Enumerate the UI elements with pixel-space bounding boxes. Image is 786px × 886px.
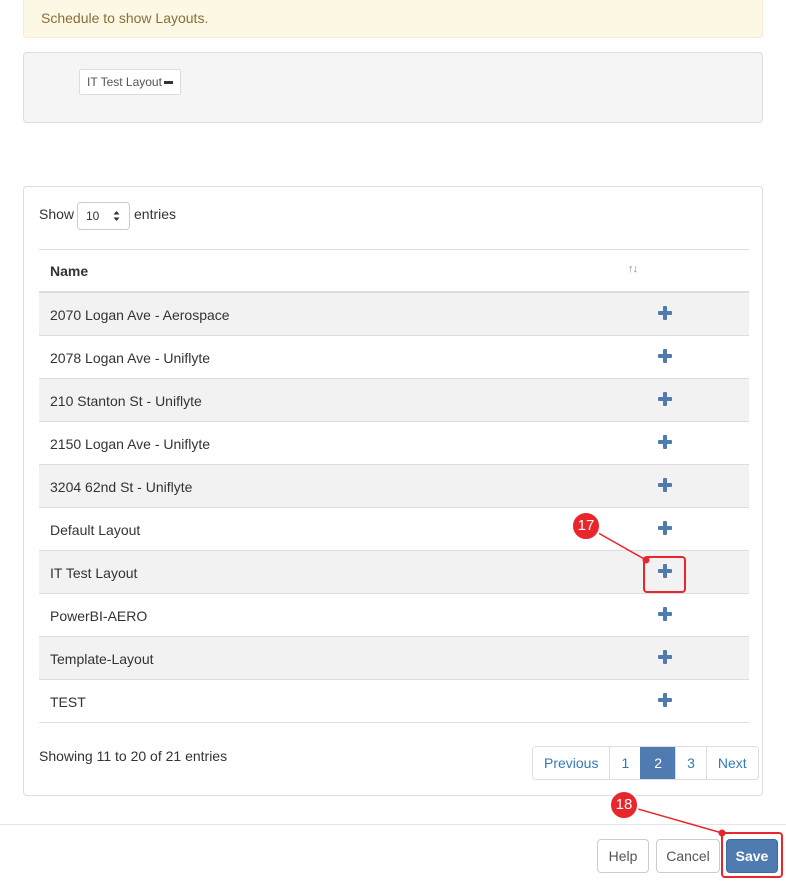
table-header: Name ↑↓ bbox=[39, 249, 749, 293]
layouts-table: Name ↑↓ 2070 Logan Ave - Aerospace 2078 L… bbox=[39, 249, 749, 723]
pagination-page-3[interactable]: 3 bbox=[675, 747, 706, 779]
pagination-page-1[interactable]: 1 bbox=[609, 747, 641, 779]
table-row: TEST bbox=[39, 680, 749, 723]
selected-layouts-box: IT Test Layout bbox=[23, 52, 763, 123]
layout-name: 3204 62nd St - Uniflyte bbox=[50, 479, 193, 495]
table-row: 210 Stanton St - Uniflyte bbox=[39, 379, 749, 422]
page-length-select[interactable]: 10 bbox=[77, 202, 130, 230]
pagination-page-2[interactable]: 2 bbox=[640, 747, 676, 779]
add-layout-plus-icon[interactable] bbox=[658, 521, 672, 535]
add-layout-plus-icon[interactable] bbox=[658, 564, 672, 578]
pagination: Previous 1 2 3 Next bbox=[532, 746, 759, 780]
table-row: 2150 Logan Ave - Uniflyte bbox=[39, 422, 749, 465]
alert-text: Schedule to show Layouts. bbox=[41, 10, 209, 26]
table-row: Default Layout bbox=[39, 508, 749, 551]
minus-icon[interactable] bbox=[163, 81, 173, 84]
add-layout-plus-icon[interactable] bbox=[658, 306, 672, 320]
layout-name: 2070 Logan Ave - Aerospace bbox=[50, 307, 230, 323]
table-row: 3204 62nd St - Uniflyte bbox=[39, 465, 749, 508]
add-layout-plus-icon[interactable] bbox=[658, 478, 672, 492]
add-layout-plus-icon[interactable] bbox=[658, 435, 672, 449]
annotation-label-17: 17 bbox=[577, 517, 595, 534]
page-length-value: 10 bbox=[86, 209, 100, 223]
layouts-table-panel: Show 10 entries Name ↑↓ 2070 Logan Ave -… bbox=[23, 186, 763, 796]
cancel-button[interactable]: Cancel bbox=[656, 839, 720, 873]
table-row: 2078 Logan Ave - Uniflyte bbox=[39, 336, 749, 379]
select-arrows-icon bbox=[113, 211, 120, 221]
show-label: Show bbox=[39, 206, 75, 222]
layout-name: 210 Stanton St - Uniflyte bbox=[50, 393, 202, 409]
layout-name: TEST bbox=[50, 694, 86, 710]
entries-label: entries bbox=[134, 206, 177, 222]
table-row: Template-Layout bbox=[39, 637, 749, 680]
callout-dot-18 bbox=[718, 829, 726, 837]
add-layout-plus-icon[interactable] bbox=[658, 392, 672, 406]
help-button[interactable]: Help bbox=[597, 839, 649, 873]
pagination-previous[interactable]: Previous bbox=[533, 747, 610, 779]
table-row: PowerBI-AERO bbox=[39, 594, 749, 637]
layout-name: PowerBI-AERO bbox=[50, 608, 148, 624]
layout-name: IT Test Layout bbox=[50, 565, 138, 581]
layout-name: Default Layout bbox=[50, 522, 141, 538]
table-row: IT Test Layout bbox=[39, 551, 749, 594]
table-row: 2070 Logan Ave - Aerospace bbox=[39, 293, 749, 336]
sort-icon[interactable]: ↑↓ bbox=[628, 263, 638, 275]
footer-divider bbox=[0, 824, 786, 825]
annotation-label-18: 18 bbox=[615, 796, 633, 813]
add-layout-plus-icon[interactable] bbox=[658, 650, 672, 664]
layout-name: 2150 Logan Ave - Uniflyte bbox=[50, 436, 211, 452]
table-info: Showing 11 to 20 of 21 entries bbox=[39, 748, 228, 764]
table-body: 2070 Logan Ave - Aerospace 2078 Logan Ave… bbox=[39, 293, 749, 723]
add-layout-plus-icon[interactable] bbox=[658, 607, 672, 621]
info-alert: Schedule to show Layouts. bbox=[23, 0, 763, 38]
add-layout-plus-icon[interactable] bbox=[658, 349, 672, 363]
save-button[interactable]: Save bbox=[726, 839, 778, 873]
selected-layout-chip: IT Test Layout bbox=[79, 69, 181, 95]
chip-label: IT Test Layout bbox=[87, 75, 162, 89]
column-header-name[interactable]: Name bbox=[50, 263, 88, 279]
layout-name: 2078 Logan Ave - Uniflyte bbox=[50, 350, 211, 366]
pagination-next[interactable]: Next bbox=[705, 747, 758, 779]
add-layout-plus-icon[interactable] bbox=[658, 693, 672, 707]
layout-name: Template-Layout bbox=[50, 651, 154, 667]
